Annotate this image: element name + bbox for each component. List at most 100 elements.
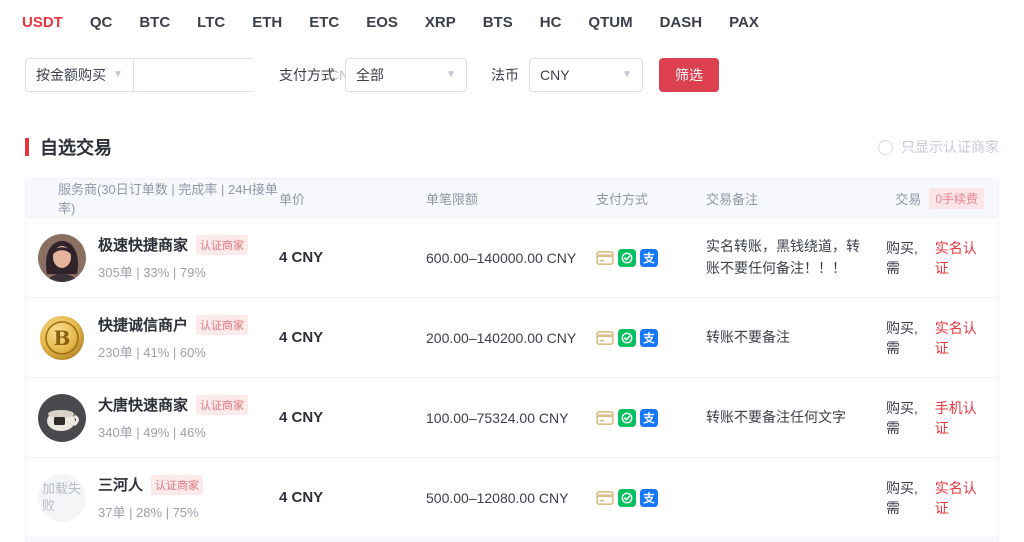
- cert-requirement: 手机认证: [935, 398, 984, 438]
- svg-text:支: 支: [642, 331, 655, 345]
- tab-eos[interactable]: EOS: [366, 14, 398, 31]
- payment-method-select[interactable]: 全部 ▼: [345, 58, 467, 92]
- unit-price: 4 CNY: [279, 329, 426, 346]
- tab-eth[interactable]: ETH: [252, 14, 282, 31]
- bitcoin-coin-avatar: B: [38, 314, 86, 362]
- teacup-photo-avatar: [38, 394, 86, 442]
- merchant-stats: 37单 | 28% | 75%: [98, 502, 203, 521]
- merchant-name[interactable]: 快捷诚信商户: [98, 314, 188, 335]
- header-trade: 交易: [895, 189, 921, 208]
- certified-merchant-badge: 认证商家: [196, 395, 248, 415]
- tab-qtum[interactable]: QTUM: [588, 14, 632, 31]
- only-certified-label: 只显示认证商家: [901, 137, 999, 157]
- certified-merchant-badge: 认证商家: [196, 315, 248, 335]
- title-accent-bar: [25, 138, 29, 156]
- unit-price: 4 CNY: [279, 489, 426, 506]
- coin-tabs: USDT QC BTC LTC ETH ETC EOS XRP BTS HC QTUM DASH PAX: [0, 0, 1024, 31]
- bank-card-icon: [596, 329, 614, 347]
- cert-requirement: 实名认证: [935, 238, 984, 278]
- header-merchant: 服务商(30日订单数 | 完成率 | 24H接单率): [26, 179, 279, 217]
- tab-pax[interactable]: PAX: [729, 14, 759, 31]
- merchant-stats: 305单 | 33% | 79%: [98, 262, 248, 281]
- bank-card-icon: [596, 249, 614, 267]
- payment-methods: 支: [596, 329, 706, 347]
- avatar-load-failed: 加载失败: [38, 474, 86, 522]
- header-limit: 单笔限额: [426, 189, 596, 208]
- header-price: 单价: [279, 189, 426, 208]
- tab-etc[interactable]: ETC: [309, 14, 339, 31]
- header-payment: 支付方式: [596, 189, 706, 208]
- table-row[interactable]: 大唐快速商家 认证商家 340单 | 49% | 46% 4 CNY 100.0…: [26, 377, 998, 457]
- merchant-name[interactable]: 极速快捷商家: [98, 234, 188, 255]
- svg-text:支: 支: [642, 491, 655, 505]
- svg-text:支: 支: [642, 251, 655, 265]
- offers-table: 服务商(30日订单数 | 完成率 | 24H接单率) 单价 单笔限额 支付方式 …: [25, 178, 999, 542]
- woman-photo-avatar: [38, 234, 86, 282]
- buy-action[interactable]: 购买, 需: [886, 398, 930, 438]
- certified-merchant-badge: 认证商家: [196, 235, 248, 255]
- wechat-pay-icon: [618, 329, 636, 347]
- trade-remark: 转账不要备注任何文字: [706, 407, 886, 429]
- amount-mode-dropdown[interactable]: 按金额购买 ▼: [26, 59, 134, 91]
- tab-dash[interactable]: DASH: [660, 14, 703, 31]
- order-limit: 100.00–75324.00 CNY: [426, 410, 596, 426]
- filter-button[interactable]: 筛选: [659, 58, 719, 92]
- buy-action[interactable]: 购买, 需: [886, 478, 930, 518]
- tab-usdt[interactable]: USDT: [22, 14, 63, 31]
- unit-price: 4 CNY: [279, 409, 426, 426]
- fiat-select[interactable]: CNY ▼: [529, 58, 643, 92]
- filter-bar: 按金额购买 ▼ CNY 支付方式 全部 ▼ 法币 CNY ▼ 筛选: [25, 58, 1024, 92]
- merchant-stats: 340单 | 49% | 46%: [98, 422, 248, 441]
- merchant-avatar: B: [38, 314, 86, 362]
- merchant-name[interactable]: 大唐快速商家: [98, 394, 188, 415]
- bank-card-icon: [596, 409, 614, 427]
- alipay-icon: 支: [640, 489, 658, 507]
- radio-icon[interactable]: [878, 140, 893, 155]
- order-limit: 500.00–12080.00 CNY: [426, 490, 596, 506]
- amount-mode-label: 按金额购买: [36, 65, 106, 85]
- next-section-strip: [26, 537, 998, 542]
- tab-hc[interactable]: HC: [540, 14, 562, 31]
- tab-ltc[interactable]: LTC: [197, 14, 225, 31]
- unit-price: 4 CNY: [279, 249, 426, 266]
- table-header: 服务商(30日订单数 | 完成率 | 24H接单率) 单价 单笔限额 支付方式 …: [26, 179, 998, 217]
- chevron-down-icon: ▼: [113, 70, 123, 80]
- payment-method-label: 支付方式: [279, 65, 335, 85]
- tab-btc[interactable]: BTC: [139, 14, 170, 31]
- certified-merchant-badge: 认证商家: [151, 475, 203, 495]
- order-limit: 600.00–140000.00 CNY: [426, 250, 596, 266]
- merchant-name[interactable]: 三河人: [98, 474, 143, 495]
- svg-text:B: B: [54, 326, 71, 350]
- tab-qc[interactable]: QC: [90, 14, 113, 31]
- bank-card-icon: [596, 489, 614, 507]
- zero-fee-badge: 0手续费: [929, 188, 984, 209]
- trade-remark: 实名转账，黑钱绕道，转账不要任何备注！！！: [706, 236, 886, 279]
- fiat-value: CNY: [540, 67, 570, 83]
- order-limit: 200.00–140200.00 CNY: [426, 330, 596, 346]
- merchant-avatar: [38, 234, 86, 282]
- table-row[interactable]: 加载失败 三河人 认证商家 37单 | 28% | 75% 4 CNY 500.…: [26, 457, 998, 537]
- section-title-wrap: 自选交易: [25, 134, 112, 160]
- header-remark: 交易备注: [706, 189, 886, 208]
- table-row[interactable]: B 快捷诚信商户 认证商家 230单 | 41% | 60% 4 CNY 200…: [26, 297, 998, 377]
- chevron-down-icon: ▼: [446, 70, 456, 80]
- payment-methods: 支: [596, 249, 706, 267]
- chevron-down-icon: ▼: [622, 70, 632, 80]
- tab-bts[interactable]: BTS: [483, 14, 513, 31]
- buy-action[interactable]: 购买, 需: [886, 238, 930, 278]
- only-certified-toggle[interactable]: 只显示认证商家: [878, 137, 999, 157]
- merchant-avatar: [38, 394, 86, 442]
- payment-methods: 支: [596, 489, 706, 507]
- fiat-label: 法币: [491, 65, 519, 85]
- alipay-icon: 支: [640, 409, 658, 427]
- payment-methods: 支: [596, 409, 706, 427]
- amount-filter-group: 按金额购买 ▼ CNY: [25, 58, 255, 92]
- cert-requirement: 实名认证: [935, 478, 984, 518]
- table-row[interactable]: 极速快捷商家 认证商家 305单 | 33% | 79% 4 CNY 600.0…: [26, 217, 998, 297]
- buy-action[interactable]: 购买, 需: [886, 318, 930, 358]
- payment-method-value: 全部: [356, 65, 384, 85]
- tab-xrp[interactable]: XRP: [425, 14, 456, 31]
- alipay-icon: 支: [640, 329, 658, 347]
- trade-remark: 转账不要备注: [706, 327, 886, 349]
- wechat-pay-icon: [618, 489, 636, 507]
